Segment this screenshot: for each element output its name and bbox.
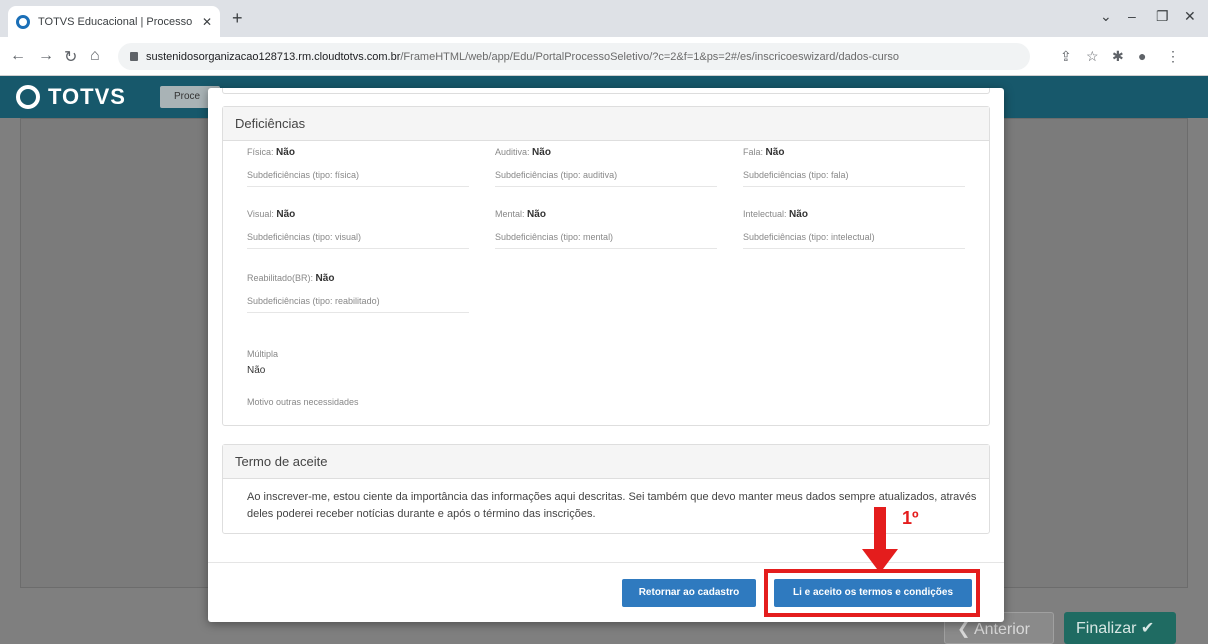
- step-label: 1º: [902, 508, 919, 528]
- totvs-favicon-icon: [16, 14, 30, 29]
- lock-icon: [130, 52, 138, 61]
- finalizar-button[interactable]: Finalizar ✔: [1064, 612, 1176, 644]
- browser-tab-bar: TOTVS Educacional | Processo Se ✕ + ⌄ – …: [0, 0, 1208, 37]
- multipla-value: Não: [247, 365, 266, 376]
- field-fala: Fala: Não Subdeficiências (tipo: fala): [743, 147, 965, 187]
- close-window-icon[interactable]: ✕: [1184, 8, 1196, 25]
- previous-panel-fragment: [222, 88, 990, 94]
- termo-text: Ao inscrever-me, estou ciente da importâ…: [247, 491, 977, 520]
- deficiencias-panel: Deficiências Física: Não Subdeficiências…: [222, 106, 990, 426]
- home-icon[interactable]: ⌂: [90, 47, 100, 65]
- url-text: sustenidosorganizacao128713.rm.cloudtotv…: [146, 50, 899, 63]
- totvs-logo: TOTVS: [16, 84, 126, 110]
- arrow-down-icon: [874, 507, 886, 549]
- close-tab-icon[interactable]: ✕: [202, 15, 212, 29]
- profile-icon[interactable]: ●: [1138, 48, 1146, 64]
- multipla-label: Múltipla: [247, 349, 279, 359]
- field-reabilitado: Reabilitado(BR): Não Subdeficiências (ti…: [247, 273, 469, 313]
- share-icon[interactable]: ⇪: [1060, 48, 1072, 65]
- browser-tab[interactable]: TOTVS Educacional | Processo Se ✕: [8, 6, 220, 37]
- minimize-icon[interactable]: –: [1128, 8, 1136, 24]
- motivo-label: Motivo outras necessidades: [247, 397, 359, 407]
- checkmark-icon: ✔: [1136, 620, 1155, 637]
- extensions-icon[interactable]: ✱: [1112, 48, 1124, 65]
- field-intelectual: Intelectual: Não Subdeficiências (tipo: …: [743, 209, 965, 249]
- bookmark-star-icon[interactable]: ☆: [1086, 48, 1099, 65]
- tab-search-icon[interactable]: ⌄: [1100, 8, 1112, 25]
- maximize-icon[interactable]: ❐: [1156, 8, 1169, 25]
- new-tab-button[interactable]: +: [232, 8, 243, 29]
- reload-icon[interactable]: ↻: [64, 47, 77, 67]
- field-visual: Visual: Não Subdeficiências (tipo: visua…: [247, 209, 469, 249]
- browser-address-bar: ← → ↻ ⌂ sustenidosorganizacao128713.rm.c…: [0, 37, 1208, 76]
- chevron-left-icon: ❮: [957, 621, 974, 638]
- tab-title: TOTVS Educacional | Processo Se: [38, 15, 196, 28]
- menu-icon[interactable]: ⋮: [1166, 48, 1180, 65]
- field-fisica: Física: Não Subdeficiências (tipo: físic…: [247, 147, 469, 187]
- termo-title: Termo de aceite: [223, 445, 989, 479]
- deficiencias-title: Deficiências: [223, 107, 989, 141]
- field-auditiva: Auditiva: Não Subdeficiências (tipo: aud…: [495, 147, 717, 187]
- totvs-logo-icon: [16, 85, 40, 109]
- url-input[interactable]: sustenidosorganizacao128713.rm.cloudtotv…: [118, 43, 1030, 70]
- field-mental: Mental: Não Subdeficiências (tipo: menta…: [495, 209, 717, 249]
- forward-icon[interactable]: →: [38, 47, 54, 65]
- retornar-button[interactable]: Retornar ao cadastro: [622, 579, 756, 607]
- arrow-head-icon: [862, 549, 898, 573]
- aceito-button[interactable]: Li e aceito os termos e condições: [774, 579, 972, 607]
- back-icon[interactable]: ←: [10, 47, 26, 65]
